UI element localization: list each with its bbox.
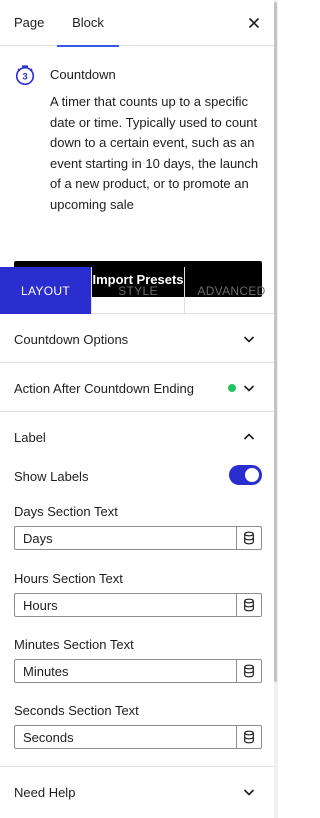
seconds-input[interactable] [15, 726, 237, 748]
tab-layout[interactable]: LAYOUT [0, 267, 91, 314]
tab-block[interactable]: Block [57, 0, 119, 47]
days-field [14, 526, 262, 550]
show-labels-label: Show Labels [14, 469, 89, 484]
panel-title: Action After Countdown Ending [14, 381, 194, 396]
tab-page[interactable]: Page [14, 0, 44, 46]
block-card: 3 Countdown A timer that counts up to a … [0, 46, 274, 297]
hours-field [14, 593, 262, 617]
sidebar-header-tabs: Page Block [0, 0, 274, 47]
hours-input[interactable] [15, 594, 237, 616]
days-input[interactable] [15, 527, 237, 549]
chevron-up-icon[interactable] [241, 429, 257, 445]
seconds-field [14, 725, 262, 749]
database-icon [244, 730, 254, 744]
chevron-down-icon [243, 385, 255, 392]
dynamic-data-button[interactable] [236, 726, 261, 748]
panel-countdown-options[interactable]: Countdown Options [0, 314, 274, 363]
status-dot [228, 384, 236, 392]
close-icon [248, 17, 260, 29]
svg-text:3: 3 [22, 72, 27, 83]
chevron-down-icon [243, 336, 255, 343]
database-icon [244, 531, 254, 545]
block-title: Countdown [50, 67, 116, 82]
timer-icon: 3 [15, 65, 35, 86]
panel-title[interactable]: Label [14, 430, 46, 445]
toggle-knob [245, 468, 259, 482]
database-icon [244, 664, 254, 678]
seconds-section-label: Seconds Section Text [14, 703, 139, 718]
minutes-input[interactable] [15, 660, 237, 682]
panel-title: Countdown Options [14, 332, 129, 347]
dynamic-data-button[interactable] [236, 527, 261, 549]
block-description: A timer that counts up to a specific dat… [50, 94, 259, 212]
database-icon [244, 598, 254, 612]
minutes-field [14, 659, 262, 683]
panel-need-help[interactable]: Need Help [0, 767, 274, 818]
close-button[interactable] [244, 13, 264, 33]
days-section-label: Days Section Text [14, 504, 118, 519]
dynamic-data-button[interactable] [236, 594, 261, 616]
dynamic-data-button[interactable] [236, 660, 261, 682]
scrollbar-thumb[interactable] [274, 2, 277, 682]
tab-style[interactable]: STYLE [91, 267, 184, 314]
tab-advanced[interactable]: ADVANCED [184, 267, 278, 314]
show-labels-toggle[interactable] [229, 465, 262, 485]
chevron-down-icon [243, 789, 255, 796]
panel-title: Need Help [14, 785, 76, 800]
hours-section-label: Hours Section Text [14, 571, 123, 586]
minutes-section-label: Minutes Section Text [14, 637, 134, 652]
panel-action-after-countdown[interactable]: Action After Countdown Ending [0, 363, 274, 412]
settings-mode-tabs: LAYOUT STYLE ADVANCED [0, 267, 274, 314]
